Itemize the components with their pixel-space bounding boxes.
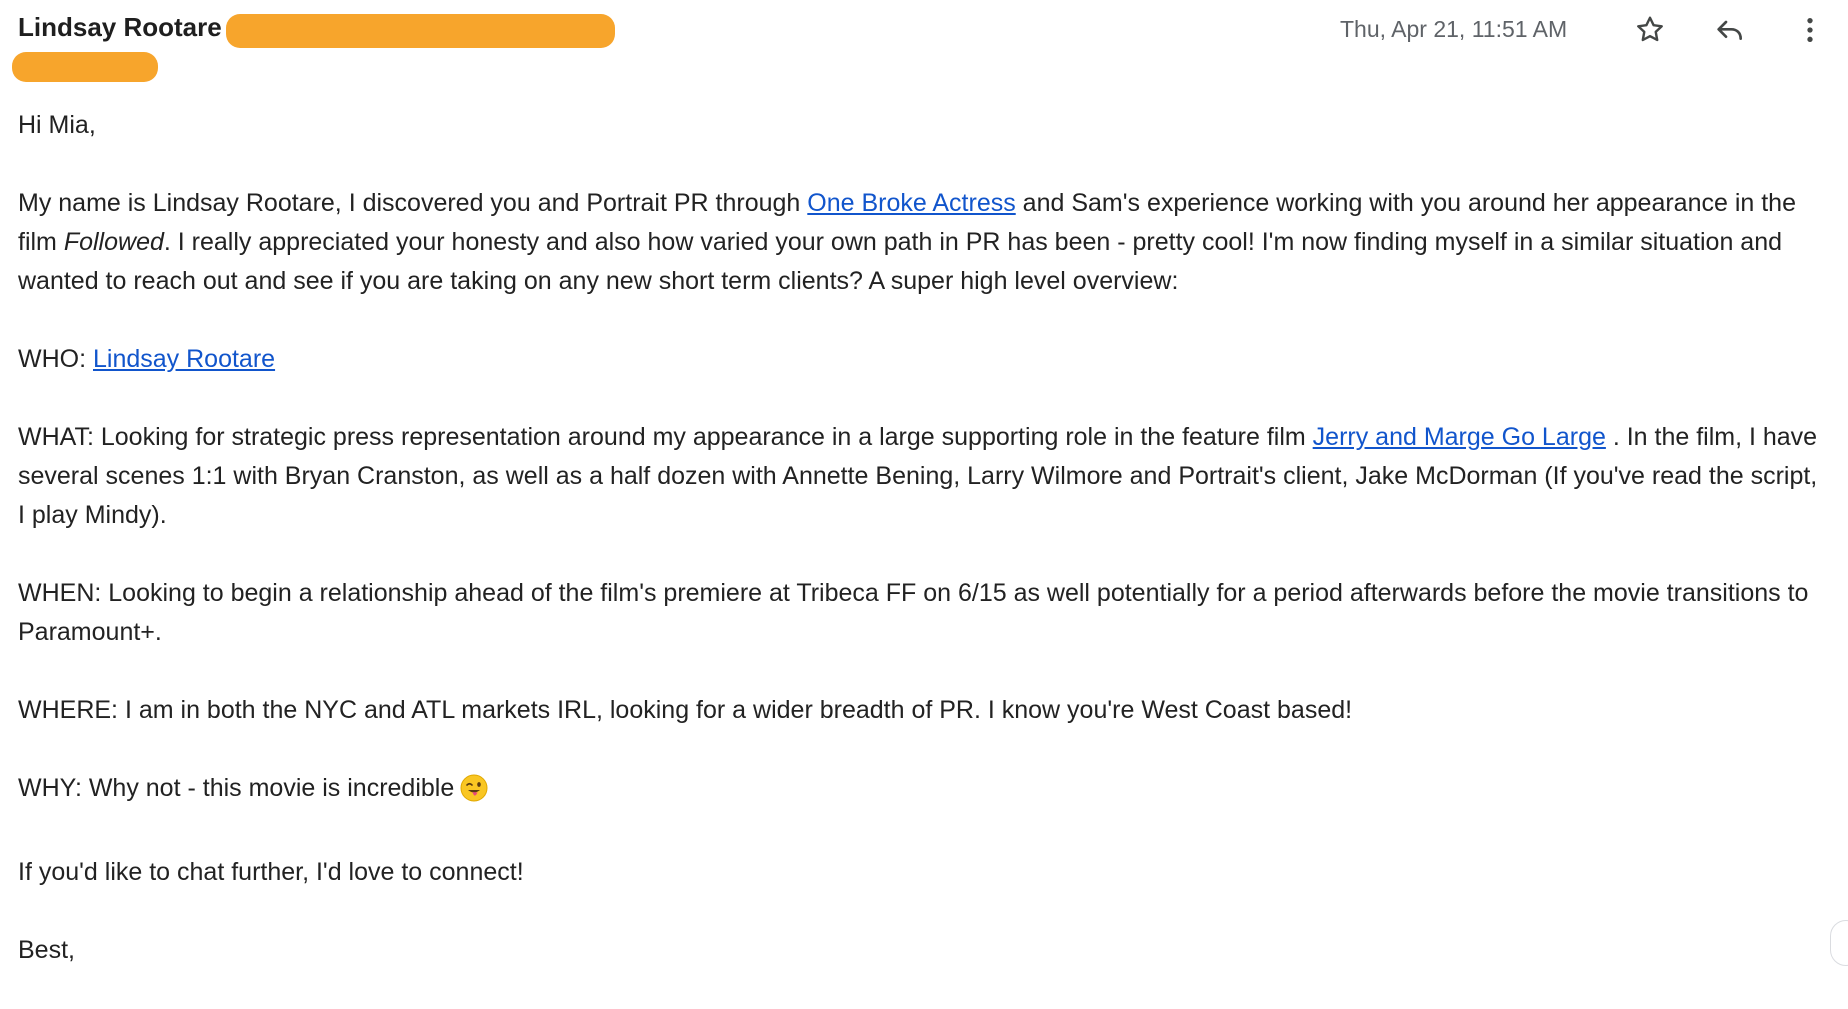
who-label: WHO:: [18, 345, 93, 373]
lindsay-rootare-link[interactable]: Lindsay Rootare: [93, 345, 275, 373]
jerry-and-marge-link[interactable]: Jerry and Marge Go Large: [1313, 423, 1606, 451]
intro-paragraph: My name is Lindsay Rootare, I discovered…: [18, 184, 1828, 301]
signoff: Best,: [18, 936, 75, 964]
email-header: Lindsay Rootare Thu, Apr 21, 11:51 AM: [0, 0, 1848, 90]
intro-text: My name is Lindsay Rootare, I discovered…: [18, 189, 808, 217]
intro-text: . I really appreciated your honesty and …: [18, 228, 1783, 295]
what-paragraph: WHAT: Looking for strategic press repres…: [18, 418, 1828, 535]
who-paragraph: WHO: Lindsay Rootare: [18, 340, 1828, 379]
redaction-mark: [226, 14, 615, 48]
closing-paragraph: If you'd like to chat further, I'd love …: [18, 858, 524, 886]
what-text: WHAT: Looking for strategic press repres…: [18, 423, 1313, 451]
redaction-mark: [12, 52, 158, 82]
where-paragraph: WHERE: I am in both the NYC and ATL mark…: [18, 696, 1353, 724]
email-body: Hi Mia, My name is Lindsay Rootare, I di…: [18, 106, 1828, 1009]
reply-icon[interactable]: [1710, 10, 1750, 50]
winking-tongue-emoji-icon: [460, 774, 488, 814]
film-title-italic: Followed: [63, 228, 164, 256]
more-options-icon[interactable]: [1790, 10, 1830, 50]
why-text: WHY: Why not - this movie is incredible: [18, 774, 455, 802]
one-broke-actress-link[interactable]: One Broke Actress: [807, 189, 1015, 217]
sender-name[interactable]: Lindsay Rootare: [18, 12, 222, 43]
star-icon[interactable]: [1630, 10, 1670, 50]
when-paragraph: WHEN: Looking to begin a relationship ah…: [18, 579, 1809, 646]
greeting: Hi Mia,: [18, 111, 96, 139]
email-timestamp: Thu, Apr 21, 11:51 AM: [1340, 16, 1568, 42]
why-paragraph: WHY: Why not - this movie is incredible: [18, 769, 1828, 814]
scroll-handle[interactable]: [1830, 920, 1848, 966]
